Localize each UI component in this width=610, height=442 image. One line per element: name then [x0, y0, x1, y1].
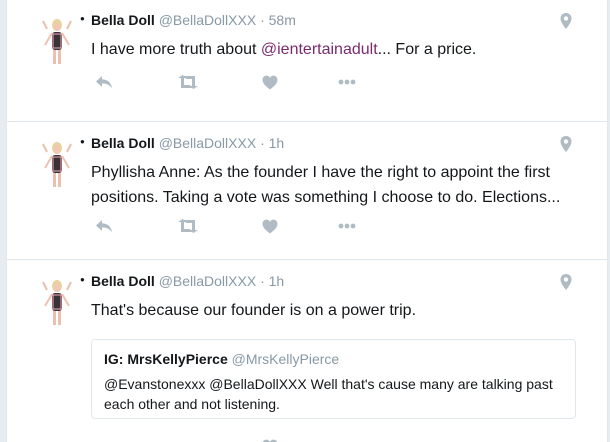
mention-link[interactable]: @ientertainadult [261, 41, 378, 58]
tweet-text: Phyllisha Anne: As the founder I have th… [91, 164, 561, 206]
tweet[interactable]: ● Bella Doll @BellaDollXXX · 58m I have … [7, 0, 607, 122]
display-name[interactable]: Bella Doll [91, 273, 155, 289]
timeline: ● Bella Doll @BellaDollXXX · 58m I have … [6, 0, 608, 442]
more-icon[interactable] [336, 73, 358, 91]
verified-dot-icon: ● [80, 275, 85, 284]
verified-dot-icon: ● [80, 137, 85, 146]
tweet-header: Bella Doll @BellaDollXXX · 1h [91, 135, 284, 151]
quoted-tweet-text: @Evanstonexxx @BellaDollXXX Well that's … [104, 376, 553, 412]
tweet-text-part: I have more truth about [91, 41, 261, 58]
more-icon[interactable] [336, 217, 358, 235]
tweet-header: Bella Doll @BellaDollXXX · 1h [91, 273, 284, 289]
tweet-text: I have more truth about @ientertainadult… [91, 37, 581, 62]
reply-icon[interactable] [93, 73, 115, 91]
tweet-header: Bella Doll @BellaDollXXX · 58m [91, 12, 296, 28]
display-name[interactable]: Bella Doll [91, 12, 155, 28]
username[interactable]: @BellaDollXXX [159, 135, 256, 151]
display-name[interactable]: Bella Doll [91, 135, 155, 151]
quoted-tweet[interactable]: IG: MrsKellyPierce @MrsKellyPierce @Evan… [91, 339, 576, 419]
avatar[interactable] [33, 17, 81, 65]
tweet-text-part: ... For a price. [377, 41, 477, 58]
retweet-icon[interactable] [177, 73, 199, 91]
like-icon[interactable] [259, 217, 281, 235]
timestamp[interactable]: 1h [269, 273, 285, 289]
timestamp[interactable]: 58m [269, 12, 296, 28]
quoted-tweet-header: IG: MrsKellyPierce @MrsKellyPierce [104, 351, 339, 367]
tweet-actions [93, 73, 393, 91]
location-pin-icon[interactable] [559, 135, 573, 153]
quoted-display-name: IG: MrsKellyPierce [104, 351, 228, 367]
avatar[interactable] [33, 140, 81, 188]
retweet-icon[interactable] [177, 217, 199, 235]
separator: · [260, 135, 265, 151]
quoted-username: @MrsKellyPierce [231, 351, 340, 367]
like-icon[interactable] [259, 437, 281, 442]
location-pin-icon[interactable] [559, 273, 573, 291]
avatar[interactable] [33, 278, 81, 326]
reply-icon[interactable] [93, 217, 115, 235]
location-pin-icon[interactable] [559, 12, 573, 30]
separator: · [260, 12, 265, 28]
tweet[interactable]: ● Bella Doll @BellaDollXXX · 1h Phyllish… [7, 123, 607, 260]
verified-dot-icon: ● [80, 14, 85, 23]
tweet-actions [93, 437, 393, 442]
username[interactable]: @BellaDollXXX [159, 12, 256, 28]
username[interactable]: @BellaDollXXX [159, 273, 256, 289]
tweet-actions [93, 217, 393, 235]
like-icon[interactable] [259, 73, 281, 91]
separator: · [260, 273, 265, 289]
tweet-text: That's because our founder is on a power… [91, 302, 417, 319]
tweet[interactable]: ● Bella Doll @BellaDollXXX · 1h That's b… [7, 261, 607, 442]
timestamp[interactable]: 1h [269, 135, 285, 151]
